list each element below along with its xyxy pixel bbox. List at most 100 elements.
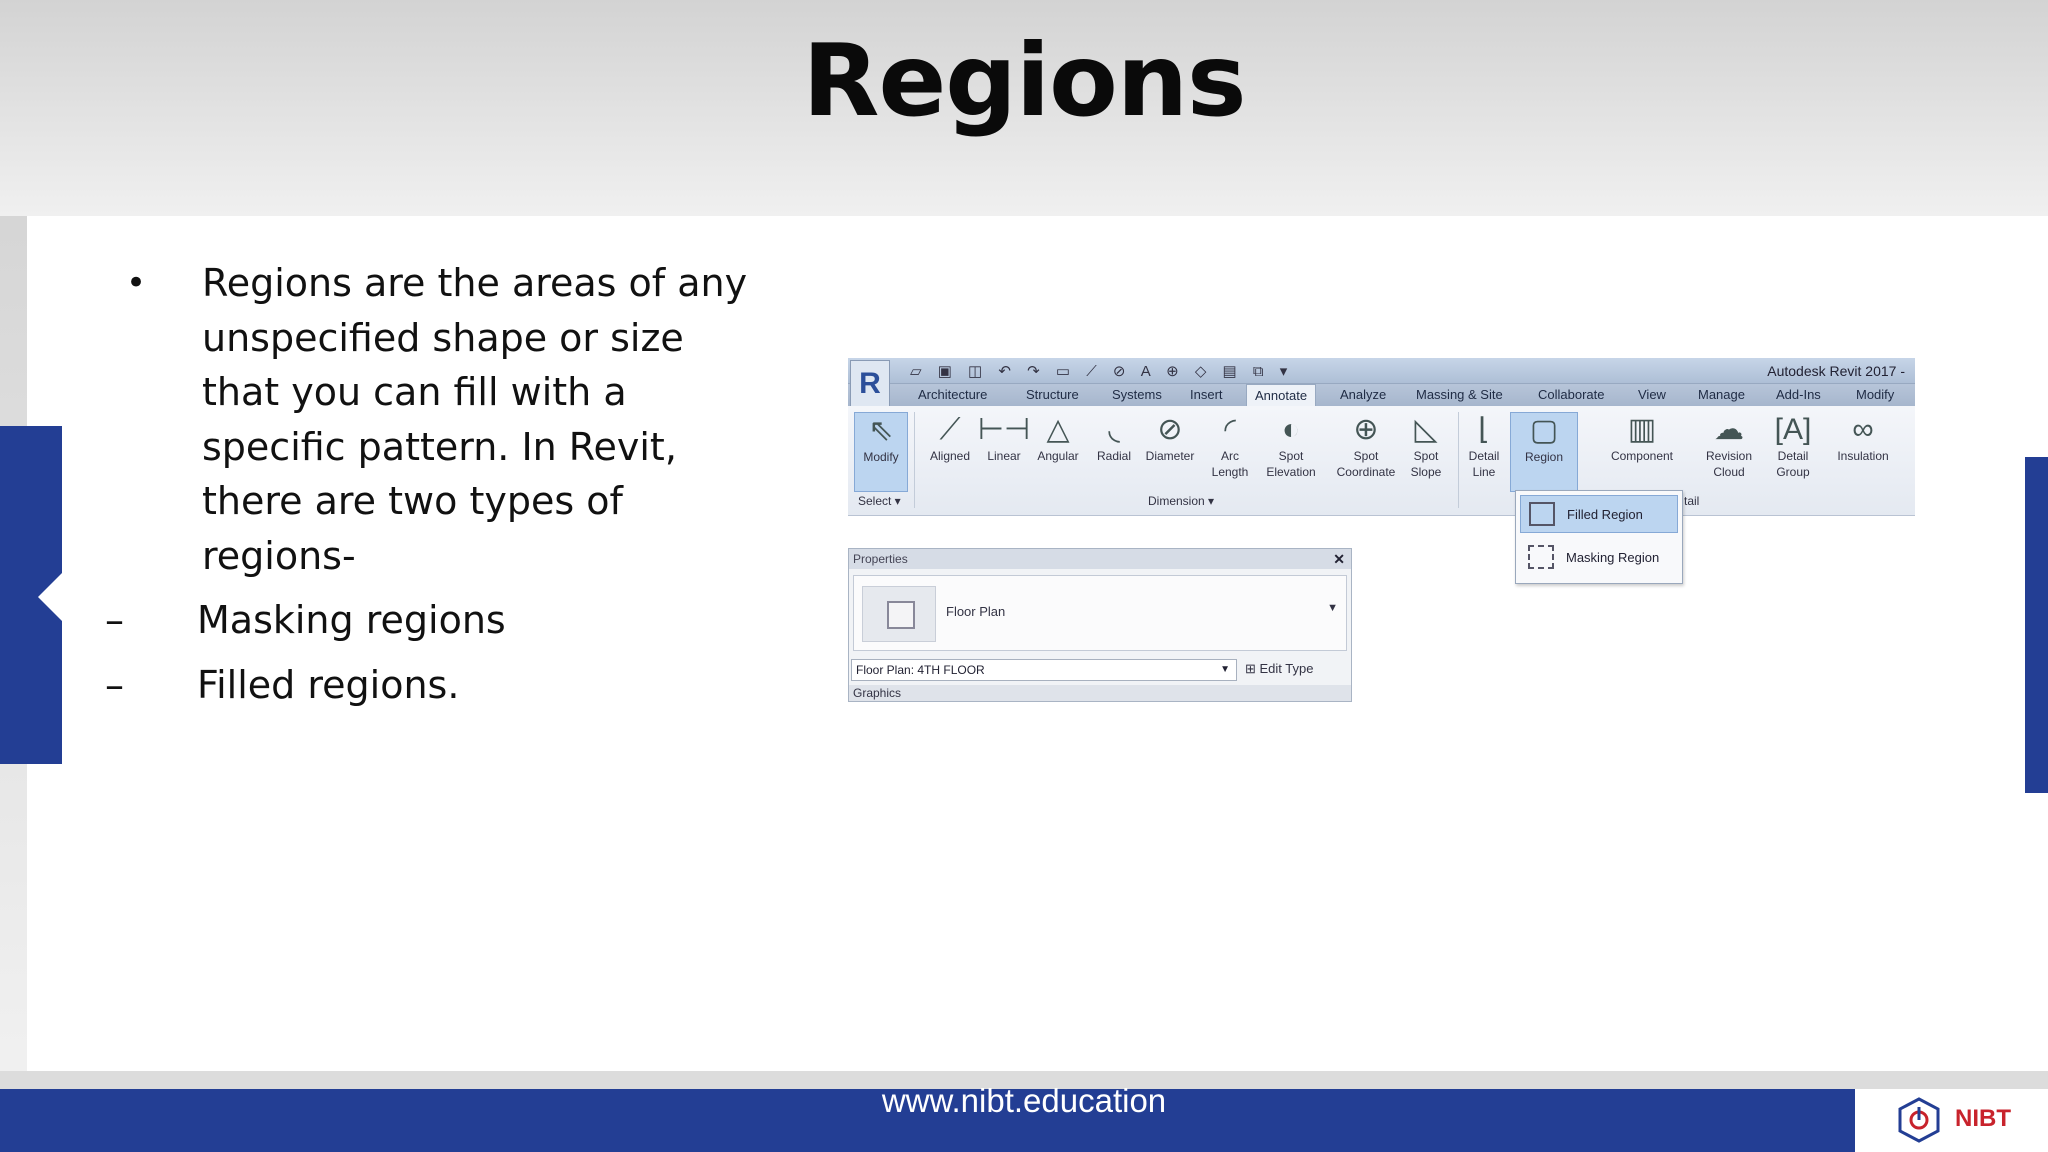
tab-structure[interactable]: Structure <box>1026 387 1079 402</box>
tool-label: Radial <box>1096 449 1132 463</box>
revit-logo[interactable]: R <box>850 360 890 408</box>
revision-cloud-tool[interactable]: ☁ Revision Cloud <box>1698 412 1760 480</box>
tab-architecture[interactable]: Architecture <box>918 387 987 402</box>
dash-icon: – <box>105 598 124 642</box>
menu-item-label: Filled Region <box>1567 507 1643 522</box>
quick-access-toolbar: ▱ ▣ ◫ ↶ ↷ ▭ ⟋ ⊘ A ⊕ ◇ ▤ ⧉ ▾ Autodesk Rev… <box>848 358 1915 384</box>
graphics-section-header[interactable]: Graphics <box>849 685 1351 701</box>
insulation-tool[interactable]: ∞ Insulation <box>1826 412 1900 464</box>
arc-length-icon: ◜ <box>1224 413 1236 446</box>
spot-coordinate-icon: ⊕ <box>1353 413 1379 446</box>
spot-elevation-tool[interactable]: ◐ Spot Elevation <box>1260 412 1322 480</box>
qat-icons: ▱ ▣ ◫ ↶ ↷ ▭ ⟋ ⊘ A ⊕ ◇ ▤ ⧉ ▾ <box>910 363 1294 380</box>
tool-label: Aligned <box>929 449 971 463</box>
slide-title: Regions <box>802 22 1246 139</box>
edit-type-button[interactable]: ⊞ Edit Type <box>1245 661 1313 677</box>
tab-systems[interactable]: Systems <box>1112 387 1162 402</box>
detail-group-label: tail <box>1684 494 1700 508</box>
bullet-text: Regions are the areas of any unspecified… <box>202 261 748 578</box>
logo-text: NIBT <box>1955 1105 2011 1132</box>
instance-filter-select[interactable]: Floor Plan: 4TH FLOOR ▼ <box>851 659 1237 681</box>
tool-label: Diameter <box>1145 449 1195 463</box>
edit-type-icon: ⊞ <box>1245 661 1260 676</box>
tab-modify[interactable]: Modify <box>1856 387 1894 402</box>
masking-region-menu-item[interactable]: Masking Region <box>1520 539 1678 577</box>
filled-region-menu-item[interactable]: Filled Region <box>1520 495 1678 533</box>
edit-type-label: Edit Type <box>1259 661 1314 676</box>
revit-screenshot: ▱ ▣ ◫ ↶ ↷ ▭ ⟋ ⊘ A ⊕ ◇ ▤ ⧉ ▾ Autodesk Rev… <box>848 358 1915 702</box>
bullet-dot-icon: • <box>126 263 147 303</box>
tab-annotate[interactable]: Annotate <box>1246 384 1317 406</box>
footer-url[interactable]: www.nibt.education <box>0 1082 2048 1120</box>
region-tool[interactable]: ▢ Region <box>1510 412 1578 492</box>
radial-tool[interactable]: ◟ Radial <box>1086 412 1142 464</box>
type-label: Floor Plan <box>946 604 1006 619</box>
ribbon-tabs: Architecture Structure Systems Insert An… <box>848 384 1915 406</box>
tab-collaborate[interactable]: Collaborate <box>1538 387 1605 402</box>
aligned-dimension-icon: ⟋ <box>939 413 961 446</box>
spot-slope-tool[interactable]: ◺ Spot Slope <box>1402 412 1450 480</box>
bullet-list: • Regions are the areas of any unspecifi… <box>105 256 780 713</box>
arc-length-tool[interactable]: ◜ Arc Length <box>1202 412 1258 480</box>
tool-label: Spot Elevation <box>1266 449 1316 479</box>
angular-tool[interactable]: △ Angular <box>1030 412 1086 464</box>
tab-view[interactable]: View <box>1638 387 1666 402</box>
graphics-label: Graphics <box>853 686 902 700</box>
tab-analyze[interactable]: Analyze <box>1340 387 1386 402</box>
tool-label: Spot Coordinate <box>1336 449 1396 479</box>
tab-insert[interactable]: Insert <box>1190 387 1223 402</box>
spot-coordinate-tool[interactable]: ⊕ Spot Coordinate <box>1334 412 1398 480</box>
tab-manage[interactable]: Manage <box>1698 387 1745 402</box>
tool-label: Detail Line <box>1468 449 1500 479</box>
tab-add-ins[interactable]: Add-Ins <box>1776 387 1821 402</box>
sub-item-text: Masking regions <box>197 598 506 642</box>
component-icon: ▥ <box>1627 413 1657 446</box>
tool-label: Revision Cloud <box>1705 449 1753 479</box>
tool-label: Angular <box>1037 449 1079 463</box>
linear-dimension-icon: ⊢⊣ <box>977 413 1031 446</box>
aligned-tool[interactable]: ⟋ Aligned <box>922 412 978 464</box>
tool-label: Insulation <box>1837 449 1889 463</box>
detail-group-icon: [A] <box>1774 413 1812 446</box>
revision-cloud-icon: ☁ <box>1714 413 1744 446</box>
tab-massing-site[interactable]: Massing & Site <box>1416 387 1503 402</box>
instance-filter-value: Floor Plan: 4TH FLOOR <box>856 663 985 677</box>
diameter-tool[interactable]: ⊘ Diameter <box>1142 412 1198 464</box>
tool-label: Component <box>1610 449 1674 463</box>
sub-item-text: Filled regions. <box>197 663 460 707</box>
cursor-icon: ⇖ <box>868 414 894 447</box>
masking-region-icon <box>1528 545 1554 569</box>
properties-header: Properties ✕ <box>849 549 1351 569</box>
dimension-group-label[interactable]: Dimension ▾ <box>1148 494 1214 508</box>
ribbon-panel: ⇖ Modify ⟋ Aligned ⊢⊣ Linear △ Angular ◟ Radi… <box>848 406 1915 516</box>
detail-line-tool[interactable]: ⌊ Detail Line <box>1462 412 1506 480</box>
properties-title: Properties <box>853 552 908 566</box>
tool-label: Modify <box>863 450 899 464</box>
chevron-down-icon[interactable]: ▼ <box>1327 602 1338 614</box>
close-icon[interactable]: ✕ <box>1333 549 1345 569</box>
sub-item: – Masking regions <box>105 593 780 648</box>
linear-tool[interactable]: ⊢⊣ Linear <box>976 412 1032 464</box>
modify-tool[interactable]: ⇖ Modify <box>854 412 908 492</box>
bullet-item: • Regions are the areas of any unspecifi… <box>120 256 780 583</box>
tool-label: Linear <box>987 449 1021 463</box>
diameter-icon: ⊘ <box>1157 413 1183 446</box>
component-tool[interactable]: ▥ Component <box>1600 412 1684 464</box>
ribbon-separator <box>914 412 915 508</box>
type-selector[interactable]: Floor Plan ▼ <box>853 575 1347 651</box>
select-group-label[interactable]: Select ▾ <box>858 494 901 508</box>
region-dropdown-menu: Filled Region Masking Region <box>1515 490 1683 584</box>
floor-plan-icon <box>862 586 936 642</box>
tool-label: Spot Slope <box>1410 449 1442 479</box>
sub-item: – Filled regions. <box>105 658 780 713</box>
tool-label: Detail Group <box>1776 449 1810 479</box>
radial-dimension-icon: ◟ <box>1108 413 1120 446</box>
filled-region-icon <box>1529 502 1555 526</box>
tool-label: Arc Length <box>1211 449 1249 479</box>
menu-item-label: Masking Region <box>1566 550 1660 565</box>
ribbon-separator <box>1458 412 1459 508</box>
spot-slope-icon: ◺ <box>1414 413 1438 446</box>
angular-dimension-icon: △ <box>1046 413 1070 446</box>
detail-group-tool[interactable]: [A] Detail Group <box>1764 412 1822 480</box>
detail-line-icon: ⌊ <box>1478 413 1490 446</box>
